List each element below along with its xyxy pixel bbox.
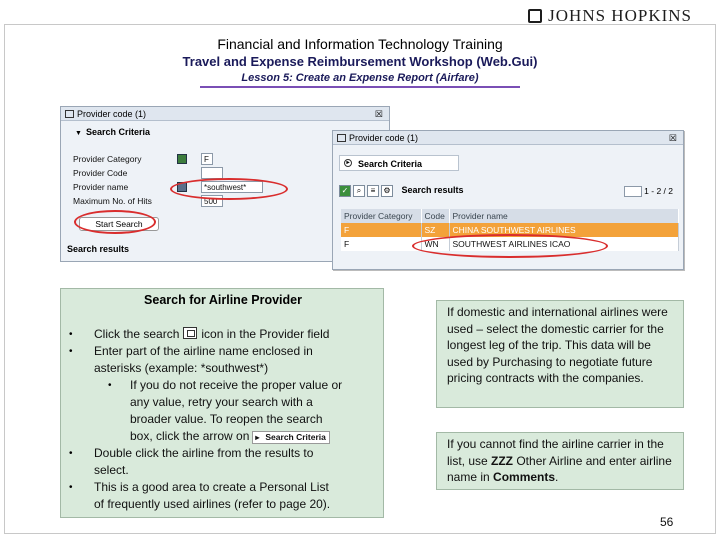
brand-logo: JOHNS HOPKINS <box>528 6 692 26</box>
field-provider-category: Provider Category F <box>73 153 373 166</box>
dialog-titlebar: Provider code (1) ☒ <box>333 131 683 145</box>
search-criteria-label: Search Criteria <box>85 127 150 137</box>
bullet-icon: • <box>108 380 112 391</box>
lesson-title: Lesson 5: Create an Expense Report (Airf… <box>241 72 479 84</box>
bullet-icon: • <box>69 346 73 357</box>
instruction-line: any value, retry your search with a <box>130 395 313 409</box>
instruction-line: of frequently used airlines (refer to pa… <box>94 497 331 511</box>
field-label: Provider Category <box>73 154 142 164</box>
checkmark-icon[interactable]: ✓ <box>339 185 351 197</box>
brand-name: JOHNS HOPKINS <box>548 6 692 25</box>
column-header[interactable]: Code <box>421 209 450 223</box>
column-header[interactable]: Provider Category <box>341 209 422 223</box>
window-icon <box>65 110 74 118</box>
search-results-label: Search results <box>67 244 130 254</box>
note-domestic-carrier: If domestic and international airlines w… <box>436 300 684 408</box>
page-title: Financial and Information Technology Tra… <box>217 36 503 52</box>
instruction-text: icon in the Provider field <box>201 327 330 341</box>
search-criteria-label: Search Criteria <box>358 159 423 169</box>
search-criteria-toggle[interactable]: ▸ Search Criteria <box>339 155 459 171</box>
binoculars-icon[interactable]: ⌕ <box>353 185 365 197</box>
field-label: Provider Code <box>73 168 128 178</box>
page-subtitle: Travel and Expense Reimbursement Worksho… <box>182 54 538 69</box>
pager-text: 1 - 2 / 2 <box>644 186 673 196</box>
provider-category-input[interactable]: F <box>201 153 213 165</box>
instruction-line: This is a good area to create a Personal… <box>94 480 329 494</box>
instruction-line: select. <box>94 463 129 477</box>
instruction-line: If you do not receive the proper value o… <box>130 378 343 392</box>
result-pager: 1 - 2 / 2 <box>623 186 673 198</box>
instruction-line: asterisks (example: *southwest*) <box>94 361 269 375</box>
triangle-down-icon: ▼ <box>75 130 82 137</box>
dialog-title: Provider code (1) <box>77 109 147 119</box>
bullet-icon: • <box>69 448 73 459</box>
close-icon[interactable]: ☒ <box>375 107 383 121</box>
results-toolbar: ✓ ⌕ ≡ ⚙ Search results 1 - 2 / 2 <box>339 185 677 201</box>
shield-icon <box>528 9 543 23</box>
cell-category: F <box>341 237 422 251</box>
instruction-line: broader value. To reopen the search <box>130 412 323 426</box>
field-label: Maximum No. of Hits <box>73 196 152 206</box>
annotation-oval <box>412 234 608 258</box>
list-icon[interactable]: ≡ <box>367 185 379 197</box>
table-header-row: Provider Category Code Provider name <box>341 209 679 223</box>
title-divider <box>200 86 520 88</box>
annotation-oval <box>170 178 288 200</box>
column-header[interactable]: Provider name <box>449 209 679 223</box>
search-criteria-button-image: Search Criteria <box>252 431 330 444</box>
expand-arrow-icon[interactable]: ▸ <box>344 159 352 167</box>
cell-code: SZ <box>421 223 450 237</box>
note-emphasis: Comments <box>493 470 556 484</box>
bullet-icon: • <box>69 329 73 340</box>
bullet-icon: • <box>69 482 73 493</box>
dialog-title: Provider code (1) <box>349 133 419 143</box>
window-icon <box>337 134 346 142</box>
instructions-heading: Search for Airline Provider <box>144 293 302 307</box>
field-label: Provider name <box>73 182 129 192</box>
instructions-box: Search for Airline Provider • Click the … <box>60 288 384 518</box>
instruction-text: Click the search <box>94 327 180 341</box>
search-help-icon <box>183 327 198 339</box>
close-icon[interactable]: ☒ <box>669 131 677 145</box>
dialog-titlebar: Provider code (1) ☒ <box>61 107 389 121</box>
page-number: 56 <box>660 515 674 529</box>
note-text: . <box>555 470 559 484</box>
instruction-line: Click the search icon in the Provider fie… <box>94 326 329 343</box>
instruction-line: Double click the airline from the result… <box>94 446 314 460</box>
search-results-label: Search results <box>401 185 464 196</box>
note-zzz-airline: If you cannot find the airline carrier i… <box>436 432 684 490</box>
annotation-oval <box>74 210 156 234</box>
note-code: ZZZ <box>491 453 514 468</box>
operator-icon[interactable] <box>177 154 187 164</box>
instruction-text: box, click the arrow on <box>130 429 250 443</box>
cell-category: F <box>341 223 422 237</box>
instruction-line: Enter part of the airline name enclosed … <box>94 344 313 358</box>
instruction-line: box, click the arrow onSearch Criteria <box>130 428 330 445</box>
page-input[interactable] <box>623 186 642 198</box>
settings-icon[interactable]: ⚙ <box>381 185 393 197</box>
